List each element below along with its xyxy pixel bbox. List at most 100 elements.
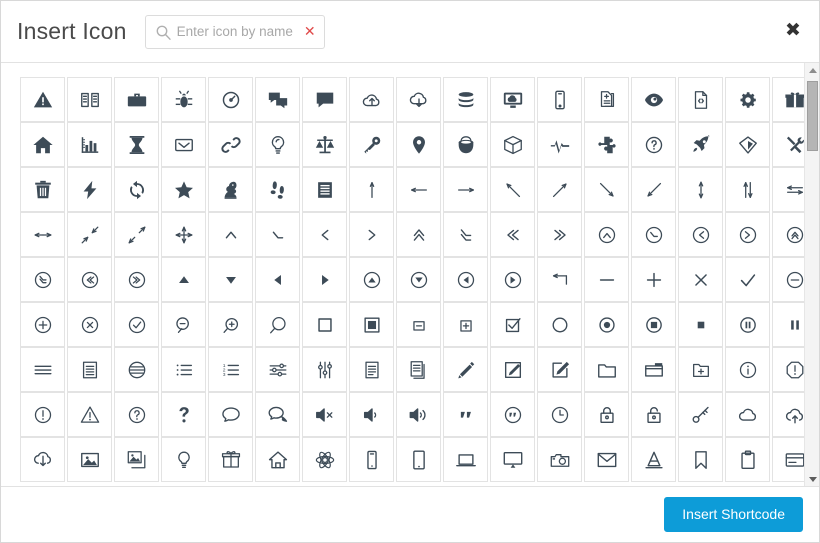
speech-bubbles-icon[interactable]	[255, 392, 300, 437]
check-icon[interactable]	[725, 257, 770, 302]
radio-selected-icon[interactable]	[584, 302, 629, 347]
traffic-cone-icon[interactable]	[631, 437, 676, 482]
exclamation-triangle-icon[interactable]	[67, 392, 112, 437]
document-add-icon[interactable]	[584, 77, 629, 122]
pause-icon[interactable]	[772, 302, 804, 347]
scales-icon[interactable]	[302, 122, 347, 167]
double-chevron-down-icon[interactable]	[443, 212, 488, 257]
numbered-list-icon[interactable]: 123	[208, 347, 253, 392]
triangle-down-icon[interactable]	[208, 257, 253, 302]
triangle-left-icon[interactable]	[255, 257, 300, 302]
house-outline-icon[interactable]	[255, 437, 300, 482]
circle-double-chevron-left-icon[interactable]	[67, 257, 112, 302]
square-plus-icon[interactable]	[443, 302, 488, 347]
laptop-icon[interactable]	[443, 437, 488, 482]
document-lines-icon[interactable]	[67, 347, 112, 392]
arrows-horizontal-icon[interactable]	[772, 167, 804, 212]
trash-icon[interactable]	[20, 167, 65, 212]
clock-icon[interactable]	[537, 392, 582, 437]
circle-chevron-up-icon[interactable]	[584, 212, 629, 257]
pencil-icon[interactable]	[443, 347, 488, 392]
circle-outline-icon[interactable]	[537, 302, 582, 347]
arrow-up-left-icon[interactable]	[490, 167, 535, 212]
atom-icon[interactable]	[302, 437, 347, 482]
stop-square-icon[interactable]	[678, 302, 723, 347]
cloud-download-icon[interactable]	[396, 77, 441, 122]
circle-check-icon[interactable]	[114, 302, 159, 347]
circle-chevron-right-icon[interactable]	[725, 212, 770, 257]
circle-minus-icon[interactable]	[772, 257, 804, 302]
hourglass-icon[interactable]	[114, 122, 159, 167]
circle-lines-icon[interactable]	[114, 347, 159, 392]
clipboard-icon[interactable]	[725, 437, 770, 482]
circle-double-chevron-up-icon[interactable]	[772, 212, 804, 257]
move-icon[interactable]	[161, 212, 206, 257]
images-icon[interactable]	[114, 437, 159, 482]
zoom-out-icon[interactable]	[161, 302, 206, 347]
cloud-download-alt-icon[interactable]	[20, 437, 65, 482]
question-mark-icon[interactable]	[161, 392, 206, 437]
info-circle-icon[interactable]	[725, 347, 770, 392]
bar-chart-icon[interactable]	[67, 122, 112, 167]
circle-double-chevron-right-icon[interactable]	[114, 257, 159, 302]
map-marker-icon[interactable]	[396, 122, 441, 167]
folder-icon[interactable]	[584, 347, 629, 392]
stop-circle-icon[interactable]	[631, 302, 676, 347]
double-chevron-up-icon[interactable]	[396, 212, 441, 257]
volume-high-icon[interactable]	[396, 392, 441, 437]
edit-square-icon[interactable]	[490, 347, 535, 392]
gift-icon[interactable]	[772, 77, 804, 122]
expand-icon[interactable]	[114, 212, 159, 257]
chevron-left-icon[interactable]	[302, 212, 347, 257]
lock-closed-icon[interactable]	[584, 392, 629, 437]
vertical-scrollbar[interactable]	[804, 63, 819, 486]
bookmark-icon[interactable]	[678, 437, 723, 482]
lightbulb-icon[interactable]	[255, 122, 300, 167]
search-input[interactable]	[146, 16, 324, 48]
search-glass-icon[interactable]	[255, 302, 300, 347]
home-icon[interactable]	[20, 122, 65, 167]
tablet-icon[interactable]	[396, 437, 441, 482]
cloud-upload-icon[interactable]	[349, 77, 394, 122]
comments-icon[interactable]	[255, 77, 300, 122]
page-text-icon[interactable]	[349, 347, 394, 392]
circle-triangle-right-icon[interactable]	[490, 257, 535, 302]
monitor-icon[interactable]	[490, 437, 535, 482]
scroll-down-arrow[interactable]	[805, 472, 819, 486]
arrow-up-down-icon[interactable]	[678, 167, 723, 212]
circle-triangle-left-icon[interactable]	[443, 257, 488, 302]
volume-mute-icon[interactable]	[302, 392, 347, 437]
image-icon[interactable]	[67, 437, 112, 482]
pulse-icon[interactable]	[537, 122, 582, 167]
puzzle-icon[interactable]	[584, 122, 629, 167]
scroll-up-arrow[interactable]	[805, 63, 819, 77]
arrow-left-right-icon[interactable]	[20, 212, 65, 257]
circle-triangle-down-icon[interactable]	[396, 257, 441, 302]
desktop-cloud-icon[interactable]	[490, 77, 535, 122]
volume-low-icon[interactable]	[349, 392, 394, 437]
question-mark-circle-icon[interactable]	[114, 392, 159, 437]
database-icon[interactable]	[443, 77, 488, 122]
mobile-phone-icon[interactable]	[349, 437, 394, 482]
lock-open-icon[interactable]	[631, 392, 676, 437]
squirrel-icon[interactable]	[208, 167, 253, 212]
chevron-right-icon[interactable]	[349, 212, 394, 257]
file-code-icon[interactable]	[678, 77, 723, 122]
inbox-icon[interactable]	[161, 122, 206, 167]
circle-chevron-left-icon[interactable]	[678, 212, 723, 257]
pause-circle-icon[interactable]	[725, 302, 770, 347]
book-open-icon[interactable]	[67, 77, 112, 122]
shrink-icon[interactable]	[67, 212, 112, 257]
link-icon[interactable]	[208, 122, 253, 167]
eye-icon[interactable]	[631, 77, 676, 122]
circle-chevron-down-icon[interactable]	[631, 212, 676, 257]
exclamation-circle-icon[interactable]	[20, 392, 65, 437]
circle-double-chevron-down-icon[interactable]	[20, 257, 65, 302]
scroll-thumb[interactable]	[807, 81, 818, 151]
credit-card-icon[interactable]	[772, 437, 804, 482]
close-icon[interactable]: ✖	[781, 18, 805, 42]
footprints-icon[interactable]	[255, 167, 300, 212]
dashboard-gauge-icon[interactable]	[208, 77, 253, 122]
arrow-up-right-icon[interactable]	[537, 167, 582, 212]
folder-add-icon[interactable]	[678, 347, 723, 392]
